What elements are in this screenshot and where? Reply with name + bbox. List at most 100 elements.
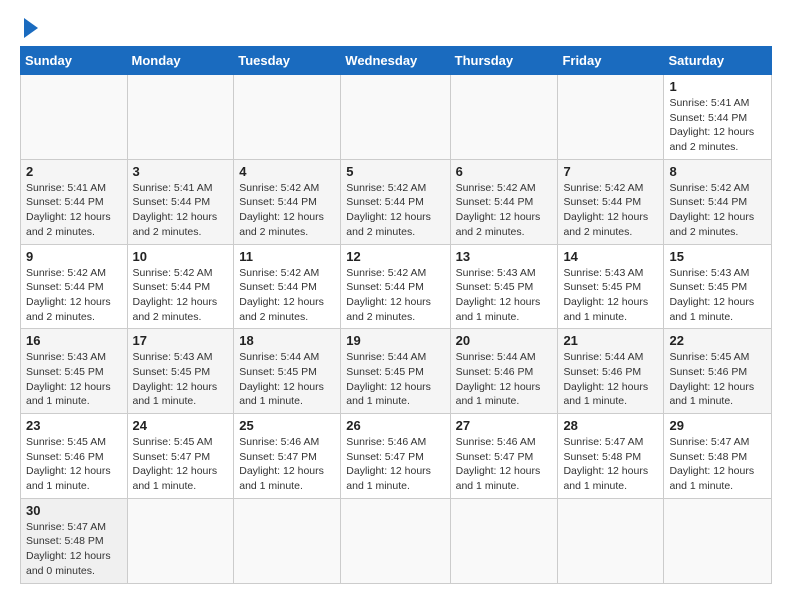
day-number: 10 bbox=[133, 249, 229, 264]
day-info: Sunrise: 5:41 AM Sunset: 5:44 PM Dayligh… bbox=[133, 181, 229, 240]
day-number: 21 bbox=[563, 333, 658, 348]
calendar-day-cell: 25Sunrise: 5:46 AM Sunset: 5:47 PM Dayli… bbox=[234, 414, 341, 499]
day-info: Sunrise: 5:44 AM Sunset: 5:46 PM Dayligh… bbox=[456, 350, 553, 409]
calendar-day-cell: 14 Sunrise: 5:43 AM Sunset: 5:45 PM Dayli… bbox=[558, 244, 664, 329]
calendar-day-cell: 28 Sunrise: 5:47 AM Sunset: 5:48 PM Dayli… bbox=[558, 414, 664, 499]
day-number: 6 bbox=[456, 164, 553, 179]
day-number: 12 bbox=[346, 249, 444, 264]
day-number: 9 bbox=[26, 249, 122, 264]
logo-triangle-icon bbox=[24, 18, 38, 38]
day-info: Sunrise: 5:46 AM Sunset: 5:47 PM Dayligh… bbox=[346, 435, 444, 494]
day-info: Sunrise: 5:41 AM Sunset: 5:44 PM Dayligh… bbox=[26, 181, 122, 240]
calendar-day-cell: 4Sunrise: 5:42 AM Sunset: 5:44 PM Daylig… bbox=[234, 159, 341, 244]
calendar-day-cell: 13Sunrise: 5:43 AM Sunset: 5:45 PM Dayli… bbox=[450, 244, 558, 329]
calendar-day-cell: 7Sunrise: 5:42 AM Sunset: 5:44 PM Daylig… bbox=[558, 159, 664, 244]
day-number: 1 bbox=[669, 79, 766, 94]
day-number: 19 bbox=[346, 333, 444, 348]
calendar-day-cell: 23 Sunrise: 5:45 AM Sunset: 5:46 PM Dayli… bbox=[21, 414, 128, 499]
calendar-day-cell bbox=[450, 75, 558, 160]
calendar-day-cell: 2 Sunrise: 5:41 AM Sunset: 5:44 PM Daylig… bbox=[21, 159, 128, 244]
calendar-day-cell: 3Sunrise: 5:41 AM Sunset: 5:44 PM Daylig… bbox=[127, 159, 234, 244]
day-number: 26 bbox=[346, 418, 444, 433]
day-info: Sunrise: 5:45 AM Sunset: 5:46 PM Dayligh… bbox=[669, 350, 766, 409]
calendar-week-row: 16 Sunrise: 5:43 AM Sunset: 5:45 PM Dayli… bbox=[21, 329, 772, 414]
day-info: Sunrise: 5:42 AM Sunset: 5:44 PM Dayligh… bbox=[133, 266, 229, 325]
day-info: Sunrise: 5:47 AM Sunset: 5:48 PM Dayligh… bbox=[669, 435, 766, 494]
calendar-week-row: 1Sunrise: 5:41 AM Sunset: 5:44 PM Daylig… bbox=[21, 75, 772, 160]
calendar-day-cell: 16 Sunrise: 5:43 AM Sunset: 5:45 PM Dayli… bbox=[21, 329, 128, 414]
day-number: 20 bbox=[456, 333, 553, 348]
calendar-day-cell: 22Sunrise: 5:45 AM Sunset: 5:46 PM Dayli… bbox=[664, 329, 772, 414]
day-info: Sunrise: 5:42 AM Sunset: 5:44 PM Dayligh… bbox=[346, 266, 444, 325]
day-info: Sunrise: 5:43 AM Sunset: 5:45 PM Dayligh… bbox=[26, 350, 122, 409]
calendar-day-cell: 18 Sunrise: 5:44 AM Sunset: 5:45 PM Dayli… bbox=[234, 329, 341, 414]
page-header bbox=[10, 10, 782, 42]
calendar-day-cell: 15 Sunrise: 5:43 AM Sunset: 5:45 PM Dayli… bbox=[664, 244, 772, 329]
day-info: Sunrise: 5:42 AM Sunset: 5:44 PM Dayligh… bbox=[456, 181, 553, 240]
day-number: 17 bbox=[133, 333, 229, 348]
calendar-day-cell: 20 Sunrise: 5:44 AM Sunset: 5:46 PM Dayli… bbox=[450, 329, 558, 414]
calendar-day-cell bbox=[21, 75, 128, 160]
day-number: 8 bbox=[669, 164, 766, 179]
day-info: Sunrise: 5:44 AM Sunset: 5:46 PM Dayligh… bbox=[563, 350, 658, 409]
day-info: Sunrise: 5:42 AM Sunset: 5:44 PM Dayligh… bbox=[669, 181, 766, 240]
calendar-day-cell bbox=[234, 75, 341, 160]
day-info: Sunrise: 5:42 AM Sunset: 5:44 PM Dayligh… bbox=[239, 266, 335, 325]
logo bbox=[20, 18, 38, 38]
day-number: 25 bbox=[239, 418, 335, 433]
day-info: Sunrise: 5:45 AM Sunset: 5:47 PM Dayligh… bbox=[133, 435, 229, 494]
calendar-day-cell bbox=[558, 498, 664, 583]
day-info: Sunrise: 5:42 AM Sunset: 5:44 PM Dayligh… bbox=[563, 181, 658, 240]
day-header-friday: Friday bbox=[558, 47, 664, 75]
day-info: Sunrise: 5:43 AM Sunset: 5:45 PM Dayligh… bbox=[133, 350, 229, 409]
calendar-day-cell: 30 Sunrise: 5:47 AM Sunset: 5:48 PM Dayli… bbox=[21, 498, 128, 583]
day-header-monday: Monday bbox=[127, 47, 234, 75]
day-header-wednesday: Wednesday bbox=[341, 47, 450, 75]
day-number: 28 bbox=[563, 418, 658, 433]
calendar-day-cell: 21 Sunrise: 5:44 AM Sunset: 5:46 PM Dayli… bbox=[558, 329, 664, 414]
day-info: Sunrise: 5:44 AM Sunset: 5:45 PM Dayligh… bbox=[346, 350, 444, 409]
day-number: 30 bbox=[26, 503, 122, 518]
day-header-saturday: Saturday bbox=[664, 47, 772, 75]
day-info: Sunrise: 5:43 AM Sunset: 5:45 PM Dayligh… bbox=[669, 266, 766, 325]
day-info: Sunrise: 5:43 AM Sunset: 5:45 PM Dayligh… bbox=[563, 266, 658, 325]
day-number: 27 bbox=[456, 418, 553, 433]
calendar-day-cell: 19 Sunrise: 5:44 AM Sunset: 5:45 PM Dayli… bbox=[341, 329, 450, 414]
day-info: Sunrise: 5:47 AM Sunset: 5:48 PM Dayligh… bbox=[563, 435, 658, 494]
calendar-table: SundayMondayTuesdayWednesdayThursdayFrid… bbox=[20, 46, 772, 584]
calendar-day-cell bbox=[450, 498, 558, 583]
day-header-thursday: Thursday bbox=[450, 47, 558, 75]
calendar-day-cell: 12 Sunrise: 5:42 AM Sunset: 5:44 PM Dayli… bbox=[341, 244, 450, 329]
calendar-day-cell: 6 Sunrise: 5:42 AM Sunset: 5:44 PM Daylig… bbox=[450, 159, 558, 244]
calendar-week-row: 9 Sunrise: 5:42 AM Sunset: 5:44 PM Daylig… bbox=[21, 244, 772, 329]
calendar-day-cell: 5 Sunrise: 5:42 AM Sunset: 5:44 PM Daylig… bbox=[341, 159, 450, 244]
calendar-week-row: 23 Sunrise: 5:45 AM Sunset: 5:46 PM Dayli… bbox=[21, 414, 772, 499]
calendar-day-cell bbox=[234, 498, 341, 583]
day-number: 24 bbox=[133, 418, 229, 433]
day-number: 2 bbox=[26, 164, 122, 179]
calendar-day-cell: 11 Sunrise: 5:42 AM Sunset: 5:44 PM Dayli… bbox=[234, 244, 341, 329]
day-number: 16 bbox=[26, 333, 122, 348]
calendar-day-cell bbox=[558, 75, 664, 160]
day-info: Sunrise: 5:42 AM Sunset: 5:44 PM Dayligh… bbox=[346, 181, 444, 240]
day-info: Sunrise: 5:44 AM Sunset: 5:45 PM Dayligh… bbox=[239, 350, 335, 409]
day-number: 15 bbox=[669, 249, 766, 264]
day-number: 5 bbox=[346, 164, 444, 179]
day-info: Sunrise: 5:42 AM Sunset: 5:44 PM Dayligh… bbox=[239, 181, 335, 240]
day-info: Sunrise: 5:42 AM Sunset: 5:44 PM Dayligh… bbox=[26, 266, 122, 325]
day-info: Sunrise: 5:45 AM Sunset: 5:46 PM Dayligh… bbox=[26, 435, 122, 494]
calendar-header-row: SundayMondayTuesdayWednesdayThursdayFrid… bbox=[21, 47, 772, 75]
day-header-sunday: Sunday bbox=[21, 47, 128, 75]
day-info: Sunrise: 5:43 AM Sunset: 5:45 PM Dayligh… bbox=[456, 266, 553, 325]
day-number: 11 bbox=[239, 249, 335, 264]
calendar-day-cell bbox=[127, 498, 234, 583]
calendar-day-cell: 27Sunrise: 5:46 AM Sunset: 5:47 PM Dayli… bbox=[450, 414, 558, 499]
calendar-day-cell bbox=[341, 498, 450, 583]
day-info: Sunrise: 5:47 AM Sunset: 5:48 PM Dayligh… bbox=[26, 520, 122, 579]
day-number: 29 bbox=[669, 418, 766, 433]
calendar-day-cell: 29 Sunrise: 5:47 AM Sunset: 5:48 PM Dayli… bbox=[664, 414, 772, 499]
day-number: 14 bbox=[563, 249, 658, 264]
day-number: 18 bbox=[239, 333, 335, 348]
day-number: 23 bbox=[26, 418, 122, 433]
calendar-day-cell: 9 Sunrise: 5:42 AM Sunset: 5:44 PM Daylig… bbox=[21, 244, 128, 329]
